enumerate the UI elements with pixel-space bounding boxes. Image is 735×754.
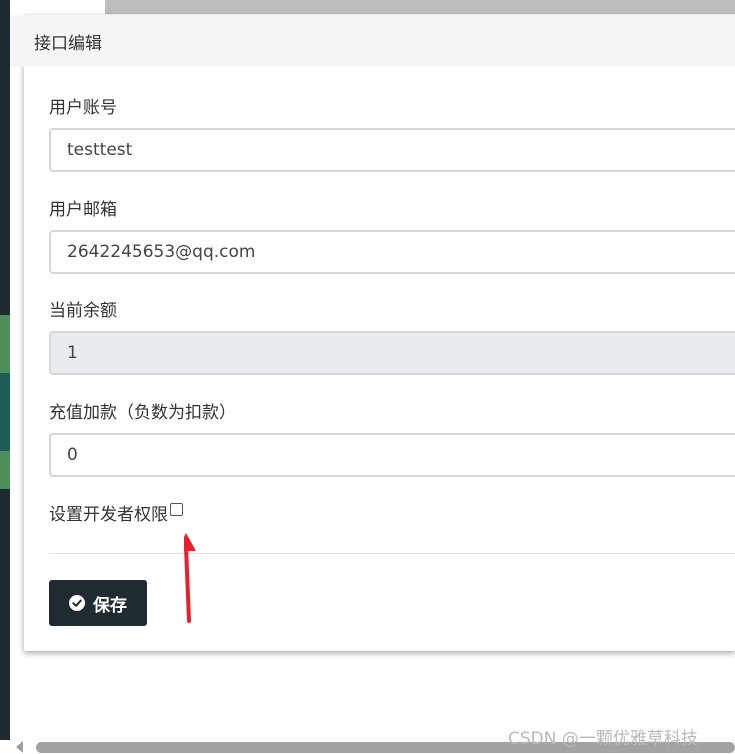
account-input[interactable] <box>49 128 735 172</box>
backdrop-menu-item-active <box>0 373 10 451</box>
modal-title: 接口编辑 <box>34 34 102 54</box>
scroll-left-icon[interactable] <box>16 741 23 753</box>
modal-header: 接口编辑 <box>10 15 735 67</box>
developer-permission-checkbox[interactable] <box>170 503 183 516</box>
save-button[interactable]: 保存 <box>49 580 147 626</box>
backdrop-topbar <box>105 0 735 14</box>
account-label: 用户账号 <box>49 98 117 118</box>
backdrop-menu-item-highlight <box>0 315 10 373</box>
developer-permission-row: 设置开发者权限 <box>49 500 183 525</box>
backdrop-menu-item-highlight <box>0 451 10 489</box>
email-label: 用户邮箱 <box>49 200 117 220</box>
email-input[interactable] <box>49 230 735 274</box>
recharge-label: 充值加款（负数为扣款） <box>49 403 236 423</box>
annotation-arrow-icon <box>184 533 196 623</box>
developer-permission-label: 设置开发者权限 <box>49 505 168 525</box>
backdrop-sidebar <box>0 0 10 740</box>
recharge-input[interactable] <box>49 433 735 477</box>
balance-input[interactable] <box>49 331 735 375</box>
balance-label: 当前余额 <box>49 301 117 321</box>
form-divider <box>49 553 735 554</box>
check-circle-icon <box>69 595 85 611</box>
save-button-label: 保存 <box>93 595 127 616</box>
watermark: CSDN @一颗优雅草科技 <box>508 729 698 749</box>
edit-modal: 接口编辑 用户账号 用户邮箱 当前余额 充值加款（负数为扣款） 设置开发者权限 … <box>10 15 735 651</box>
